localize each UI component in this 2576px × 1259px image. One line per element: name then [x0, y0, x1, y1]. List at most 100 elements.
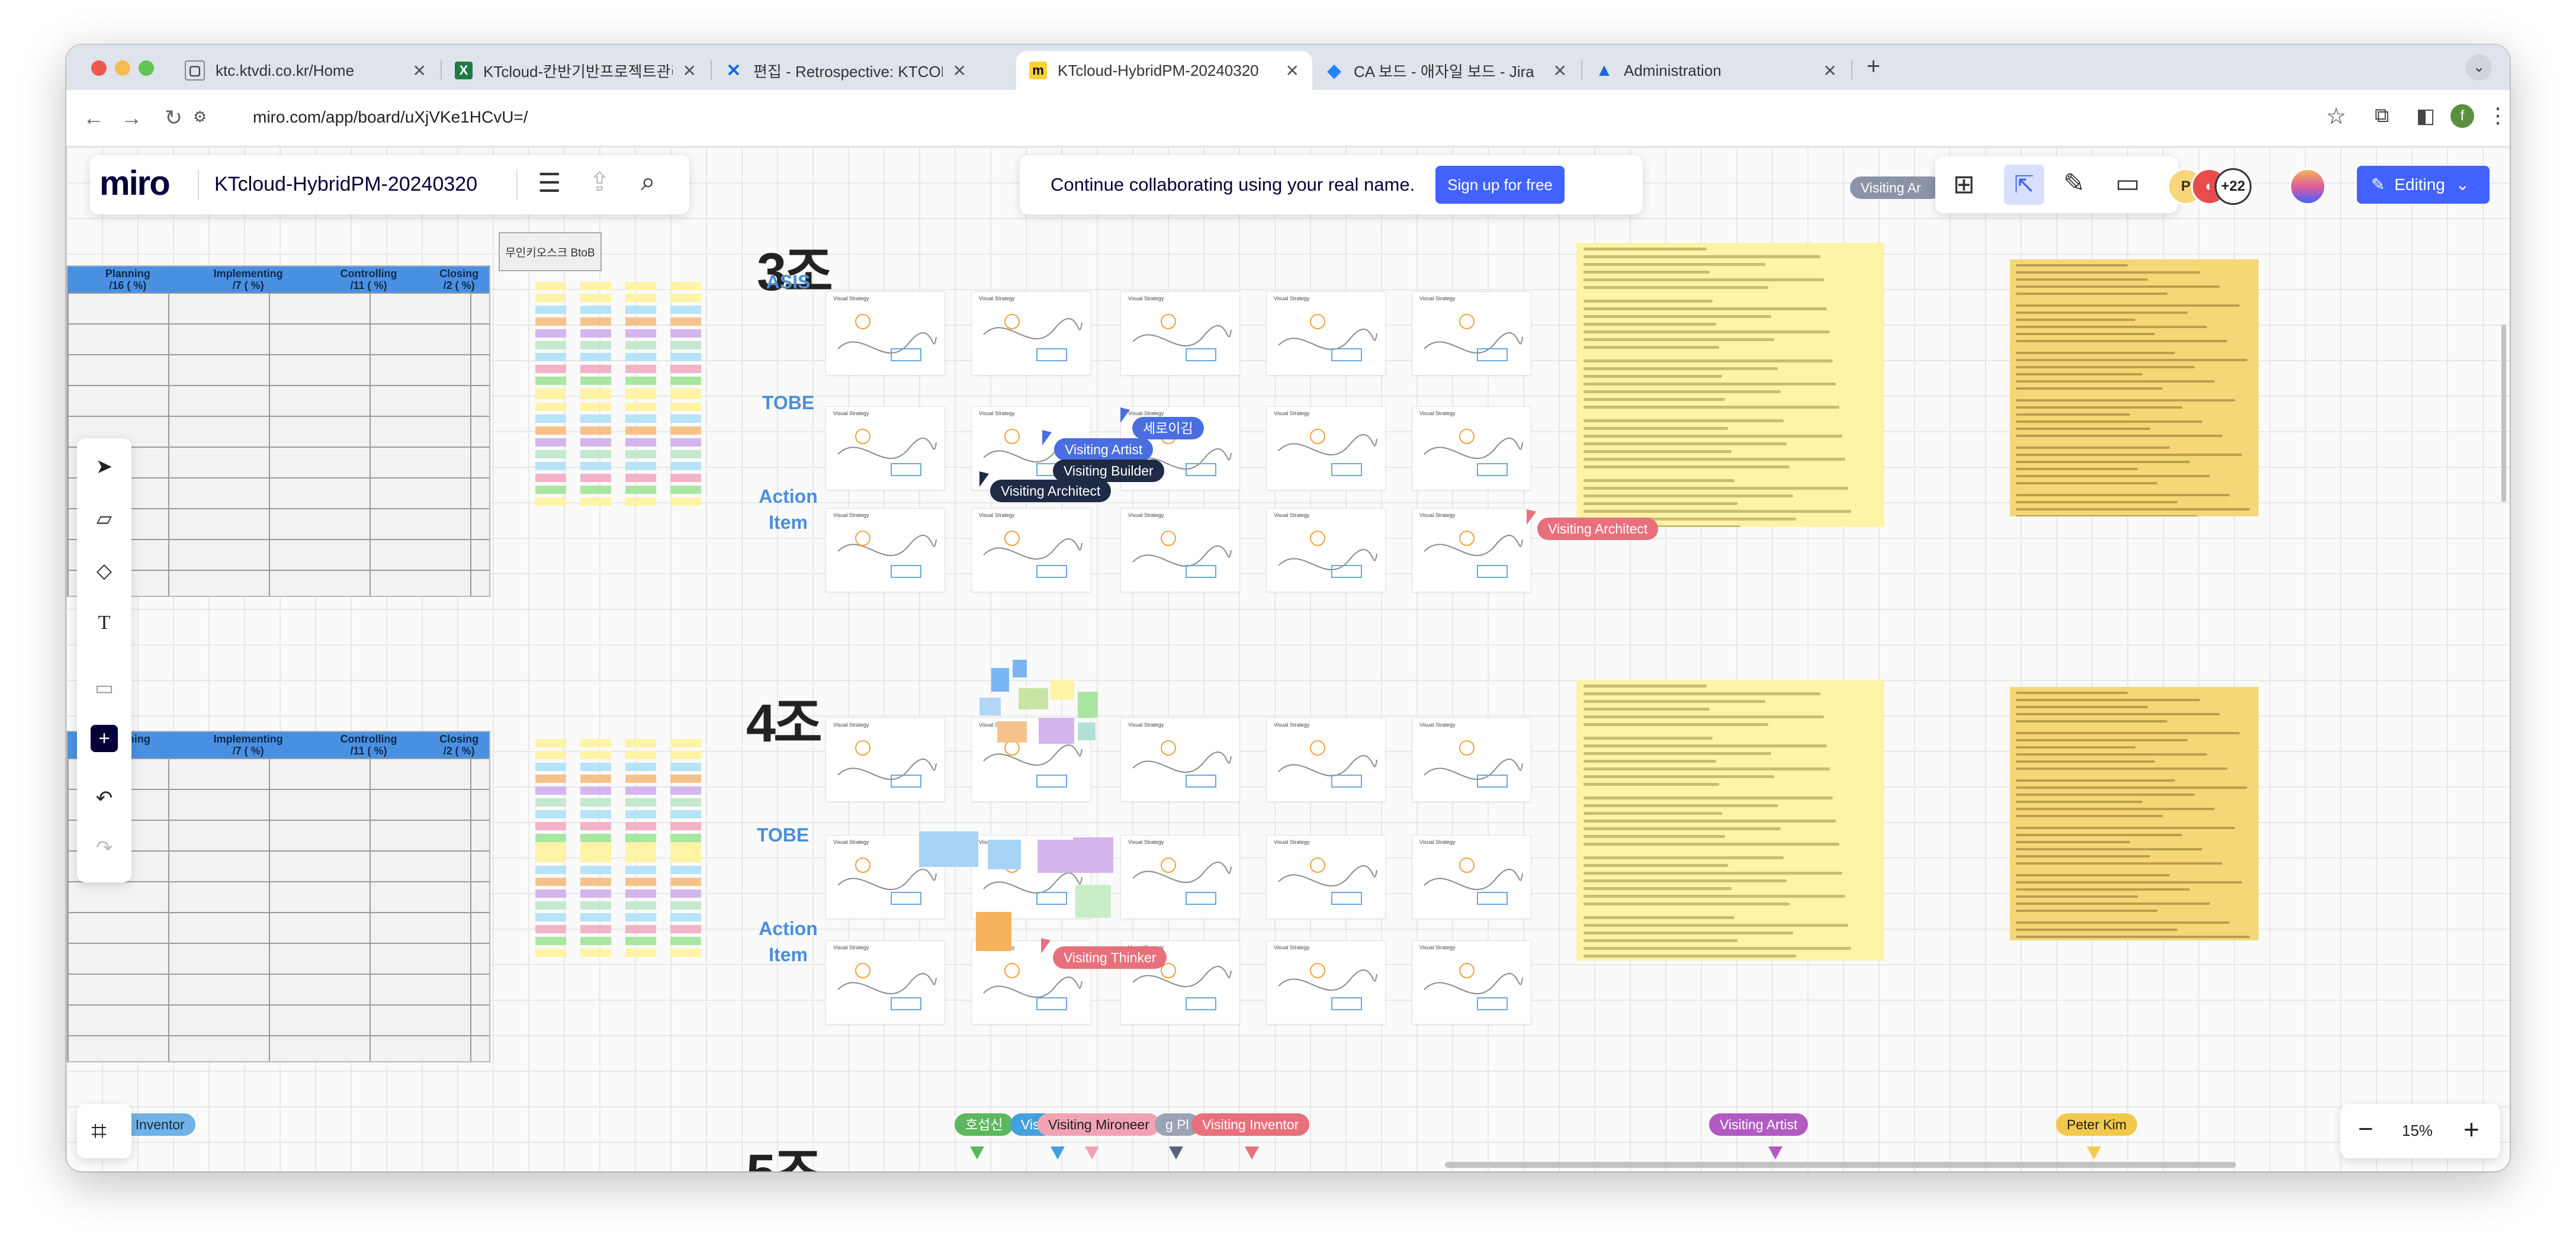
back-icon[interactable]: ← — [83, 105, 104, 130]
visual-strategy-frame[interactable]: Visual Strategy — [1266, 291, 1386, 375]
sticky-note[interactable] — [670, 341, 701, 349]
sticky-note[interactable] — [670, 798, 701, 807]
sticky-note-tool-icon[interactable]: ▱ — [88, 502, 121, 535]
sticky-note[interactable] — [1073, 837, 1113, 873]
sticky-note[interactable] — [625, 317, 656, 326]
visual-strategy-frame[interactable]: Visual Strategy — [1412, 291, 1531, 375]
sticky-note[interactable] — [670, 474, 701, 482]
sticky-note[interactable] — [580, 294, 611, 302]
undo-icon[interactable]: ↶ — [88, 782, 121, 815]
sticky-note[interactable] — [580, 822, 611, 830]
sticky-note[interactable] — [535, 937, 566, 945]
sticky-note[interactable] — [625, 937, 656, 945]
sticky-note[interactable] — [580, 798, 611, 807]
sticky-note[interactable] — [535, 403, 566, 411]
sticky-note[interactable] — [625, 438, 656, 447]
sticky-note[interactable] — [625, 901, 656, 910]
sticky-note[interactable] — [670, 878, 701, 886]
sticky-note[interactable] — [670, 306, 701, 314]
sticky-stack[interactable] — [535, 842, 701, 957]
sticky-note[interactable] — [670, 901, 701, 910]
sticky-note[interactable] — [670, 866, 701, 874]
reload-icon[interactable]: ↻ — [165, 105, 182, 130]
forward-icon[interactable]: → — [121, 105, 142, 130]
sticky-note[interactable] — [535, 282, 566, 290]
sticky-note[interactable] — [670, 294, 701, 302]
sticky-note[interactable] — [535, 798, 566, 807]
sticky-note[interactable] — [580, 866, 611, 874]
sticky-note[interactable] — [535, 763, 566, 771]
site-settings-icon[interactable]: ⚙ — [193, 108, 207, 126]
kiosk-label[interactable]: 무인키오스크 BtoB — [499, 232, 602, 271]
sticky-note[interactable] — [580, 462, 611, 470]
board-name[interactable]: KTcloud-HybridPM-20240320 — [214, 173, 477, 196]
sticky-stack[interactable] — [535, 739, 701, 854]
search-icon[interactable]: ⌕ — [641, 167, 656, 197]
sticky-note[interactable] — [670, 438, 701, 447]
sticky-note[interactable] — [670, 403, 701, 411]
visual-strategy-frame[interactable]: Visual Strategy — [1266, 940, 1386, 1024]
sticky-note[interactable] — [535, 739, 566, 747]
sticky-note[interactable] — [535, 377, 566, 385]
sticky-note[interactable] — [580, 739, 611, 747]
sticky-note[interactable] — [625, 878, 656, 886]
sticky-note[interactable] — [535, 889, 566, 898]
sticky-note[interactable] — [670, 282, 701, 290]
sticky-note[interactable] — [625, 282, 656, 290]
visual-strategy-frame[interactable]: Visual Strategy — [1120, 291, 1240, 375]
sticky-note[interactable] — [670, 391, 701, 399]
sticky-note[interactable] — [535, 834, 566, 842]
sticky-note[interactable] — [625, 949, 656, 957]
sticky-note[interactable] — [580, 937, 611, 945]
sticky-note[interactable] — [580, 391, 611, 399]
board-menu-icon[interactable]: ☰ — [538, 168, 561, 198]
redo-icon[interactable]: ↷ — [88, 831, 121, 865]
sticky-note[interactable] — [670, 949, 701, 957]
sticky-note[interactable] — [625, 415, 656, 423]
sticky-note[interactable] — [535, 317, 566, 326]
text-note[interactable] — [1576, 680, 1884, 961]
sticky-note[interactable] — [535, 486, 566, 494]
signup-button[interactable]: Sign up for free — [1435, 166, 1565, 204]
vertical-scrollbar[interactable] — [2501, 325, 2506, 502]
sticky-note[interactable] — [580, 317, 611, 326]
sticky-stack[interactable] — [535, 391, 701, 506]
sticky-note[interactable] — [670, 450, 701, 458]
sticky-note[interactable] — [580, 854, 611, 862]
sticky-note[interactable] — [625, 925, 656, 933]
sticky-note[interactable] — [625, 377, 656, 385]
sticky-note[interactable] — [535, 925, 566, 933]
sticky-note[interactable] — [670, 415, 701, 423]
sticky-note[interactable] — [625, 763, 656, 771]
sticky-note[interactable] — [670, 810, 701, 818]
sticky-note[interactable] — [670, 913, 701, 921]
sticky-note[interactable] — [580, 810, 611, 818]
my-avatar[interactable] — [2289, 168, 2326, 205]
editing-mode-button[interactable]: ✎ Editing ⌄ — [2357, 166, 2490, 204]
menu-kebab-icon[interactable]: ⋮ — [2487, 103, 2508, 128]
sticky-note[interactable] — [535, 365, 566, 373]
collaborators-count[interactable]: +22 — [2215, 168, 2251, 205]
sticky-note[interactable] — [625, 866, 656, 874]
sticky-note[interactable] — [670, 822, 701, 830]
visual-strategy-frame[interactable]: Visual Strategy — [1266, 508, 1386, 592]
visual-strategy-frame[interactable]: Visual Strategy — [1120, 718, 1240, 802]
sticky-note[interactable] — [670, 497, 701, 506]
sticky-note[interactable] — [625, 913, 656, 921]
sticky-note[interactable] — [535, 775, 566, 783]
visual-strategy-frame[interactable]: Visual Strategy — [1412, 508, 1531, 592]
sticky-note[interactable] — [670, 462, 701, 470]
sticky-note[interactable] — [988, 840, 1021, 869]
browser-tab-4[interactable]: m KTcloud-HybridPM-20240320 ✕ — [1016, 51, 1312, 90]
sticky-note[interactable] — [670, 751, 701, 759]
visual-strategy-frame[interactable]: Visual Strategy — [971, 291, 1091, 375]
sticky-note[interactable] — [625, 474, 656, 482]
sticky-note[interactable] — [580, 365, 611, 373]
sticky-note[interactable] — [580, 377, 611, 385]
visual-strategy-frame[interactable]: Visual Strategy — [1412, 406, 1531, 490]
sticky-note[interactable] — [670, 834, 701, 842]
visual-strategy-frame[interactable]: Visual Strategy — [826, 940, 945, 1024]
reactions-icon[interactable]: ✎ — [2063, 168, 2085, 198]
shapes-tool-icon[interactable]: ◇ — [88, 554, 121, 587]
miro-board-canvas[interactable]: Planning/16 ( %) Implementing/7 ( %) Con… — [66, 147, 2510, 1171]
